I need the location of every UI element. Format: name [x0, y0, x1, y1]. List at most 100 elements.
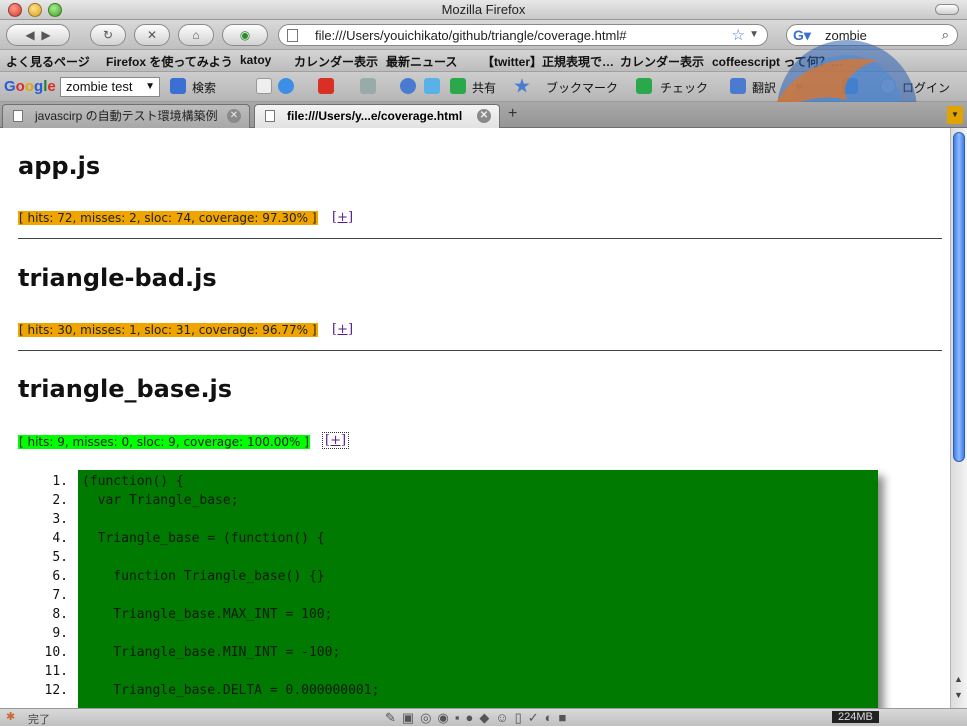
- stop-icon: ✕: [146, 28, 158, 42]
- close-tab-icon[interactable]: ✕: [227, 109, 241, 123]
- translate-button-label[interactable]: 翻訳: [752, 79, 776, 96]
- source-code: (function() { var Triangle_base; Triangl…: [82, 470, 379, 700]
- translate-icon[interactable]: [730, 78, 746, 94]
- forward-arrow-icon[interactable]: ▶: [41, 28, 50, 42]
- code-line: Triangle_base.DELTA = 0.000000001;: [82, 683, 380, 698]
- search-bar[interactable]: G▾ zombie ⌕: [786, 24, 958, 46]
- line-numbers: 1. 2. 3. 4. 5. 6. 7. 8. 9. 10. 11. 12.: [20, 470, 68, 700]
- page-content: app.js [ hits: 72, misses: 2, sloc: 74, …: [0, 128, 950, 708]
- star-icon[interactable]: [514, 78, 530, 93]
- spellcheck-icon[interactable]: [636, 78, 652, 94]
- code-line: (function() {: [82, 474, 184, 489]
- tab-label[interactable]: file:///Users/y...e/coverage.html: [287, 109, 462, 123]
- login-button-label[interactable]: ログイン: [902, 79, 950, 96]
- url-bar[interactable]: file:///Users/youichikato/github/triangl…: [278, 24, 768, 46]
- bookmark-item[interactable]: カレンダー表示: [620, 53, 704, 70]
- back-arrow-icon[interactable]: ◀: [25, 28, 34, 42]
- tab-label[interactable]: javascirp の自動テスト環境構築例: [35, 109, 218, 123]
- line-number: 10.: [44, 645, 68, 660]
- line-number: 1.: [52, 474, 68, 489]
- google-search-input[interactable]: zombie test ▼: [60, 77, 160, 97]
- bookmark-item[interactable]: 最新ニュース: [386, 53, 457, 70]
- search-icon[interactable]: ⌕: [942, 27, 949, 43]
- search-input[interactable]: zombie: [825, 28, 867, 43]
- expand-link[interactable]: [+]: [332, 210, 353, 225]
- navigation-toolbar: ◀ ▶ ↻ ✕ ⌂ ◉ file:///Users/youichikato/gi…: [0, 20, 967, 50]
- line-number: 9.: [52, 626, 68, 641]
- code-line: Triangle_base.MAX_INT = 100;: [82, 607, 333, 622]
- toolbar-toggle-button[interactable]: [935, 4, 959, 15]
- twitter-icon[interactable]: [424, 78, 440, 94]
- share-icon[interactable]: [450, 78, 466, 94]
- close-tab-icon[interactable]: ✕: [477, 109, 491, 123]
- file-heading: triangle-bad.js: [18, 264, 217, 292]
- extension-icons[interactable]: ✎▣◎◉▪●◆☺▯✓◐■: [385, 710, 572, 726]
- line-number: 7.: [52, 588, 68, 603]
- scrollbar-thumb[interactable]: [953, 132, 965, 462]
- share-button-label[interactable]: 共有: [472, 79, 496, 96]
- google-logo-icon[interactable]: Google: [4, 78, 56, 95]
- search-button-label[interactable]: 検索: [192, 79, 216, 96]
- stop-button[interactable]: ✕: [134, 24, 170, 46]
- bookmark-button-label[interactable]: ブックマーク: [546, 79, 618, 96]
- bookmark-star-icon[interactable]: ☆: [732, 26, 745, 44]
- plus-icon[interactable]: [278, 78, 294, 94]
- overflow-chevron-icon[interactable]: »: [796, 79, 803, 93]
- site-button[interactable]: ◉: [222, 24, 268, 46]
- vertical-scrollbar[interactable]: ▲ ▼: [950, 128, 967, 708]
- scroll-down-arrow-icon[interactable]: ▼: [954, 690, 963, 700]
- window-titlebar: Mozilla Firefox: [0, 0, 967, 20]
- minimize-window-button[interactable]: [28, 3, 42, 17]
- coverage-stats: [ hits: 30, misses: 1, sloc: 31, coverag…: [18, 323, 318, 337]
- bookmark-item[interactable]: 【twitter】正規表現で…: [482, 53, 614, 70]
- bookmark-item[interactable]: coffeescript って何？…: [712, 53, 843, 70]
- expand-link[interactable]: [+]: [321, 432, 350, 449]
- page-icon: [265, 110, 275, 122]
- line-number: 8.: [52, 607, 68, 622]
- close-window-button[interactable]: [8, 3, 22, 17]
- bookmark-item[interactable]: カレンダー表示: [294, 53, 378, 70]
- google-search-value[interactable]: zombie test: [66, 79, 132, 94]
- divider: [18, 350, 942, 351]
- page-icon: [287, 29, 298, 42]
- tab-coverage[interactable]: file:///Users/y...e/coverage.html ✕: [254, 104, 500, 128]
- code-line: Triangle_base = (function() {: [82, 531, 325, 546]
- new-tab-button[interactable]: +: [508, 105, 517, 123]
- dropdown-arrow-icon[interactable]: ▼: [145, 78, 155, 96]
- line-number: 12.: [44, 683, 68, 698]
- tab-strip: javascirp の自動テスト環境構築例 ✕ file:///Users/y.…: [0, 102, 967, 128]
- url-history-arrow-icon[interactable]: ▼: [749, 29, 759, 40]
- code-line: var Triangle_base;: [82, 493, 239, 508]
- wrench-icon[interactable]: [842, 78, 858, 94]
- home-button[interactable]: ⌂: [178, 24, 214, 46]
- bookmark-item[interactable]: Firefox を使ってみよう: [106, 53, 233, 70]
- memory-indicator: 224MB: [832, 711, 879, 723]
- tab-javascript-test[interactable]: javascirp の自動テスト環境構築例 ✕: [2, 104, 250, 128]
- clock-icon[interactable]: [400, 78, 416, 94]
- scroll-up-arrow-icon[interactable]: ▲: [954, 674, 963, 684]
- google-search-icon[interactable]: [170, 78, 186, 94]
- line-number: 5.: [52, 550, 68, 565]
- page-menu-icon[interactable]: [256, 78, 272, 94]
- addon-icon[interactable]: ✱: [6, 710, 15, 723]
- line-number: 6.: [52, 569, 68, 584]
- status-text: 完了: [28, 714, 50, 726]
- bookmarks-toolbar: よく見るページ Firefox を使ってみよう katoy カレンダー表示 最新…: [0, 50, 967, 72]
- google-engine-icon[interactable]: G▾: [793, 27, 811, 44]
- code-line: Triangle_base.MIN_INT = -100;: [82, 645, 341, 660]
- gmail-icon[interactable]: [318, 78, 334, 94]
- zoom-window-button[interactable]: [48, 3, 62, 17]
- calendar-icon[interactable]: [360, 78, 376, 94]
- url-text[interactable]: file:///Users/youichikato/github/triangl…: [315, 28, 626, 43]
- bookmark-item[interactable]: よく見るページ: [6, 53, 90, 70]
- code-line: function Triangle_base() {}: [82, 569, 325, 584]
- reload-button[interactable]: ↻: [90, 24, 126, 46]
- check-button-label[interactable]: チェック: [660, 79, 708, 96]
- back-forward-button[interactable]: ◀ ▶: [6, 24, 70, 46]
- tab-list-button[interactable]: ▼: [947, 106, 963, 124]
- expand-link[interactable]: [+]: [332, 322, 353, 337]
- bookmark-item[interactable]: katoy: [240, 53, 271, 67]
